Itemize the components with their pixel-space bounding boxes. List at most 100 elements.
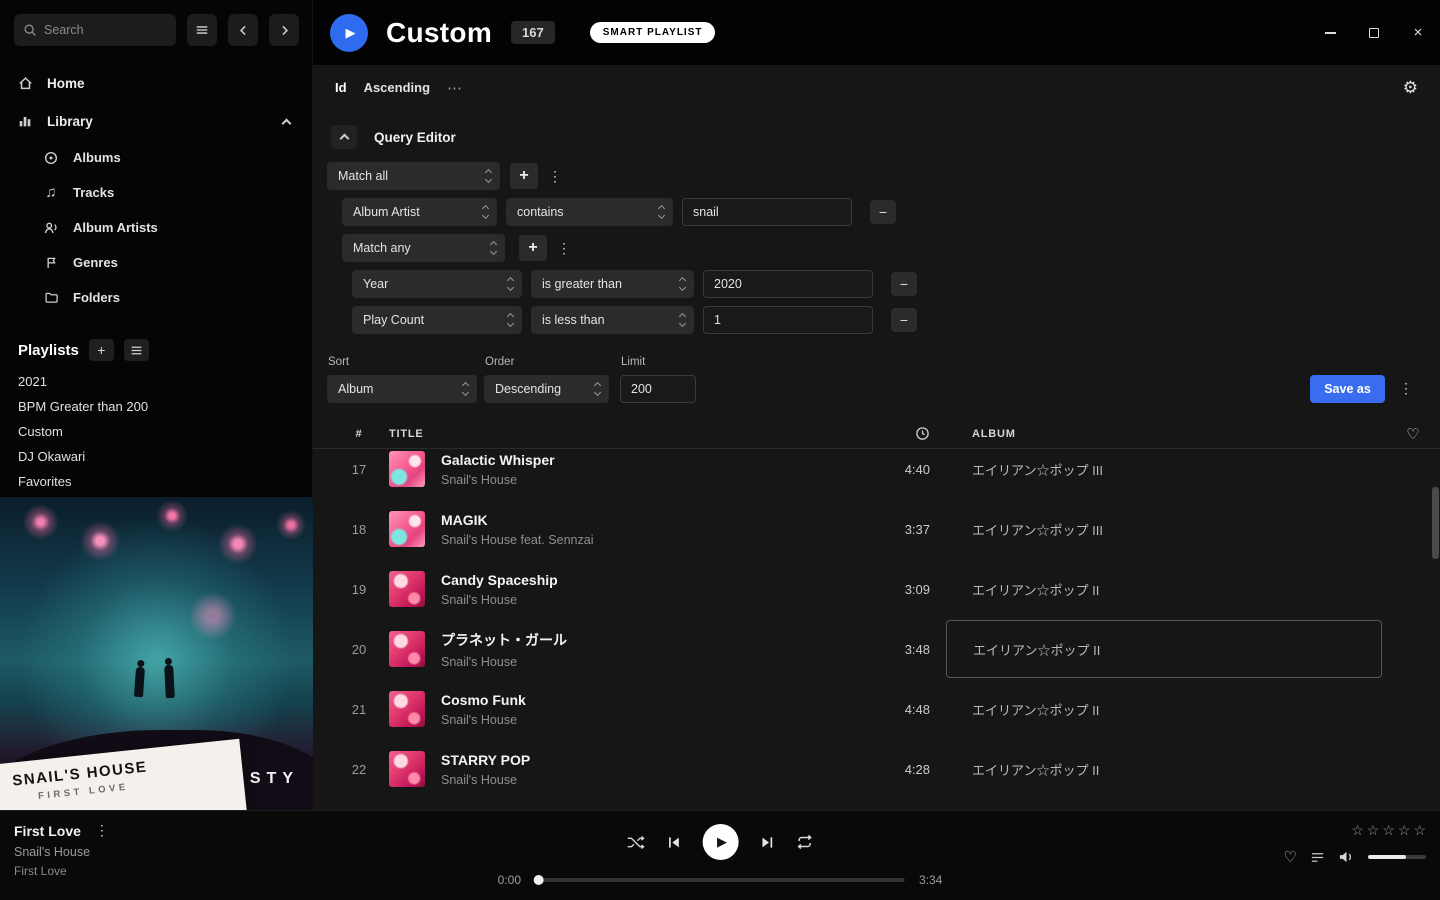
table-row[interactable]: 21 Cosmo Funk Snail's House 4:48 エイリアン☆ポ… [313, 679, 1440, 739]
volume-slider[interactable] [1368, 855, 1426, 859]
track-title: Cosmo Funk [441, 692, 834, 708]
updown-caret-icon [483, 206, 488, 218]
rule-field-select[interactable]: Play Count [352, 306, 522, 334]
remove-rule-button[interactable]: − [870, 200, 896, 224]
minimize-button[interactable] [1308, 0, 1352, 65]
group-kebab-icon[interactable]: ⋮ [547, 168, 563, 185]
add-rule-button[interactable]: + [519, 235, 547, 261]
collapse-query-editor-button[interactable] [331, 125, 357, 149]
table-row[interactable]: 17 Galactic Whisper Snail's House 4:40 エ… [313, 439, 1440, 499]
player-bar: First Love ⋮ Snail's House First Love ▶ [0, 810, 1440, 900]
save-kebab-icon[interactable]: ⋮ [1398, 380, 1414, 397]
rule-value-input[interactable] [703, 270, 873, 298]
sort-direction-label[interactable]: Ascending [364, 80, 430, 95]
star-icon[interactable]: ☆ [1367, 822, 1380, 839]
more-options-icon[interactable]: ⋯ [447, 79, 463, 97]
playlist-item[interactable]: 2021 [0, 369, 312, 394]
scrollbar-thumb[interactable] [1432, 487, 1439, 559]
rule-operator-select[interactable]: is greater than [531, 270, 694, 298]
chevron-right-icon [278, 24, 291, 37]
star-icon[interactable]: ☆ [1413, 822, 1426, 839]
column-album[interactable]: ALBUM [946, 428, 1382, 440]
order-select[interactable]: Descending [484, 375, 609, 403]
group-kebab-icon[interactable]: ⋮ [556, 240, 572, 257]
sidebar-item-album-artists[interactable]: Album Artists [0, 210, 312, 245]
track-number: 17 [345, 462, 373, 477]
sidebar-item-library[interactable]: Library [0, 102, 312, 140]
next-button[interactable] [760, 835, 775, 850]
close-button[interactable]: × [1396, 0, 1440, 65]
volume-icon[interactable] [1338, 850, 1355, 864]
table-row[interactable]: 18 MAGIK Snail's House feat. Sennzai 3:3… [313, 499, 1440, 559]
updown-caret-icon [595, 383, 600, 395]
rule-value-input[interactable] [703, 306, 873, 334]
play-playlist-button[interactable]: ▶ [330, 14, 368, 52]
match-mode-select[interactable]: Match all [327, 162, 500, 190]
sidebar-item-genres[interactable]: Genres [0, 245, 312, 280]
music-note-icon: ♫ [42, 184, 60, 201]
table-row-selected[interactable]: 20 プラネット・ガール Snail's House 3:48 エイリアン☆ポッ… [313, 619, 1440, 679]
seek-handle[interactable] [534, 875, 544, 885]
settings-gear-icon[interactable]: ⚙ [1403, 78, 1418, 98]
repeat-button[interactable] [796, 834, 814, 850]
playlist-item[interactable]: Custom [0, 419, 312, 444]
sidebar-item-tracks[interactable]: ♫ Tracks [0, 175, 312, 210]
track-number: 20 [345, 642, 373, 657]
menu-button[interactable] [187, 14, 217, 46]
previous-button[interactable] [667, 835, 682, 850]
table-row[interactable]: 22 STARRY POP Snail's House 4:28 エイリアン☆ポ… [313, 739, 1440, 799]
sort-field-label[interactable]: Id [335, 80, 347, 95]
nav-back-button[interactable] [228, 14, 258, 46]
sidebar-item-albums[interactable]: Albums [0, 140, 312, 175]
home-icon [16, 75, 34, 92]
track-number: 21 [345, 702, 373, 717]
column-title[interactable]: TITLE [389, 428, 834, 440]
rule-field-select[interactable]: Album Artist [342, 198, 497, 226]
rule-operator-select[interactable]: contains [506, 198, 673, 226]
sidebar-item-label: Home [47, 76, 85, 91]
now-playing-artwork[interactable]: SNAIL'S HOUSE FIRST LOVE TASTY [0, 497, 313, 810]
column-index[interactable]: # [345, 428, 373, 440]
playlist-item[interactable]: BPM Greater than 200 [0, 394, 312, 419]
remove-rule-button[interactable]: − [891, 272, 917, 296]
rule-operator-select[interactable]: is less than [531, 306, 694, 334]
play-pause-button[interactable]: ▶ [703, 824, 739, 860]
star-icon[interactable]: ☆ [1351, 822, 1364, 839]
match-mode-select[interactable]: Match any [342, 234, 505, 262]
table-row[interactable]: 19 Candy Spaceship Snail's House 3:09 エイ… [313, 559, 1440, 619]
shuffle-button[interactable] [627, 835, 646, 850]
remove-rule-button[interactable]: − [891, 308, 917, 332]
total-time: 3:34 [919, 873, 942, 887]
now-playing-kebab-icon[interactable]: ⋮ [95, 822, 109, 839]
sidebar-nav: Home Library Albums ♫ Tra [0, 64, 312, 315]
rating-stars[interactable]: ☆☆☆☆☆ [1351, 822, 1426, 839]
search-box[interactable] [14, 14, 176, 46]
library-icon [16, 113, 34, 129]
star-icon[interactable]: ☆ [1398, 822, 1411, 839]
add-rule-button[interactable]: + [510, 163, 538, 189]
sidebar-item-home[interactable]: Home [0, 64, 312, 102]
save-as-button[interactable]: Save as [1310, 375, 1385, 403]
track-artist: Snail's House feat. Sennzai [441, 533, 834, 547]
collapse-chevron-icon[interactable] [282, 118, 292, 128]
order-label: Order [485, 356, 609, 368]
nav-forward-button[interactable] [269, 14, 299, 46]
track-duration: 3:48 [850, 642, 930, 657]
limit-input[interactable] [620, 375, 696, 403]
playlist-menu-button[interactable] [124, 339, 149, 361]
queue-button[interactable] [1310, 850, 1325, 865]
sidebar-item-folders[interactable]: Folders [0, 280, 312, 315]
seek-bar[interactable] [535, 878, 905, 882]
sidebar-item-label: Album Artists [73, 220, 158, 235]
star-icon[interactable]: ☆ [1382, 822, 1395, 839]
rule-value-input[interactable] [682, 198, 852, 226]
track-artist: Snail's House [441, 713, 834, 727]
add-playlist-button[interactable]: + [89, 339, 114, 361]
search-input[interactable] [44, 23, 167, 37]
maximize-button[interactable] [1352, 0, 1396, 65]
rule-field-select[interactable]: Year [352, 270, 522, 298]
playlist-item[interactable]: Favorites [0, 469, 312, 494]
favorite-button[interactable]: ♡ [1284, 848, 1297, 866]
sort-select[interactable]: Album [327, 375, 477, 403]
playlist-item[interactable]: DJ Okawari [0, 444, 312, 469]
